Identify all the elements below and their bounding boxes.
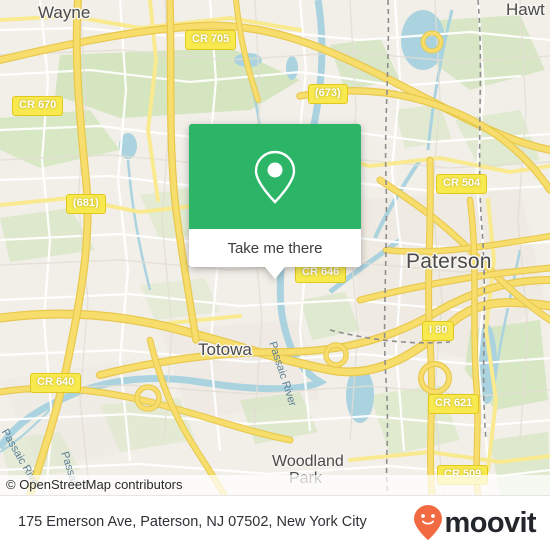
road-shield-i80[interactable]: I 80	[422, 321, 455, 341]
map-pin-icon	[254, 150, 296, 204]
callout-tail	[265, 267, 285, 279]
map-screen: .green { fill:#cfe3b9; } .green2 { fill:…	[0, 0, 550, 550]
map-canvas[interactable]: .green { fill:#cfe3b9; } .green2 { fill:…	[0, 0, 550, 495]
address-text: 175 Emerson Ave, Paterson, NJ 07502, New…	[18, 514, 367, 531]
road-shield-cr621[interactable]: CR 621	[428, 394, 480, 414]
road-shield-cr640[interactable]: CR 640	[30, 373, 82, 393]
road-shield-cr705[interactable]: CR 705	[185, 30, 237, 50]
footer-bar: 175 Emerson Ave, Paterson, NJ 07502, New…	[0, 495, 550, 550]
road-shield-681[interactable]: (681)	[66, 194, 106, 214]
moovit-logo[interactable]: moovit	[413, 504, 537, 542]
road-shield-cr670[interactable]: CR 670	[12, 96, 64, 116]
destination-callout[interactable]: Take me there	[189, 124, 361, 279]
road-shield-673[interactable]: (673)	[308, 84, 348, 104]
callout-pin-panel	[189, 124, 361, 229]
map-attribution[interactable]: © OpenStreetMap contributors	[0, 475, 550, 495]
road-shield-cr504[interactable]: CR 504	[436, 174, 488, 194]
take-me-there-label: Take me there	[227, 239, 323, 257]
take-me-there-button[interactable]: Take me there	[189, 229, 361, 267]
moovit-wordmark: moovit	[444, 506, 537, 539]
moovit-pin-logo-icon	[413, 505, 442, 540]
